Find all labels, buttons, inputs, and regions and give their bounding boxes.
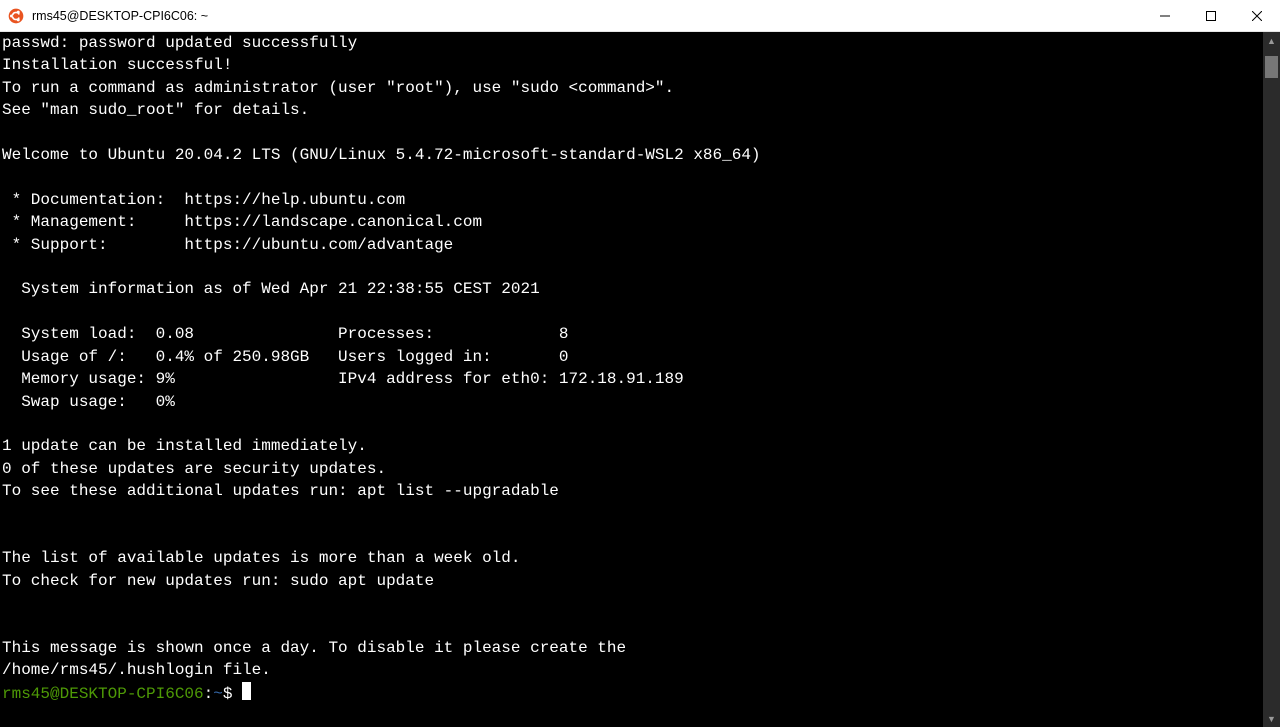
cursor xyxy=(242,682,251,700)
window-controls xyxy=(1142,0,1280,31)
window-title: rms45@DESKTOP-CPI6C06: ~ xyxy=(32,9,1142,23)
scroll-thumb[interactable] xyxy=(1265,56,1278,78)
close-button[interactable] xyxy=(1234,0,1280,32)
scrollbar[interactable]: ▲ ▼ xyxy=(1263,32,1280,727)
window-titlebar: rms45@DESKTOP-CPI6C06: ~ xyxy=(0,0,1280,32)
scroll-up-arrow-icon[interactable]: ▲ xyxy=(1263,32,1280,49)
prompt-user-host: rms45@DESKTOP-CPI6C06 xyxy=(2,685,204,703)
terminal-area: passwd: password updated successfully In… xyxy=(0,32,1280,727)
terminal-output[interactable]: passwd: password updated successfully In… xyxy=(0,32,1263,727)
ubuntu-icon xyxy=(8,8,24,24)
minimize-button[interactable] xyxy=(1142,0,1188,32)
prompt-path: ~ xyxy=(213,685,223,703)
maximize-button[interactable] xyxy=(1188,0,1234,32)
scroll-down-arrow-icon[interactable]: ▼ xyxy=(1263,710,1280,727)
scroll-track[interactable] xyxy=(1263,49,1280,710)
